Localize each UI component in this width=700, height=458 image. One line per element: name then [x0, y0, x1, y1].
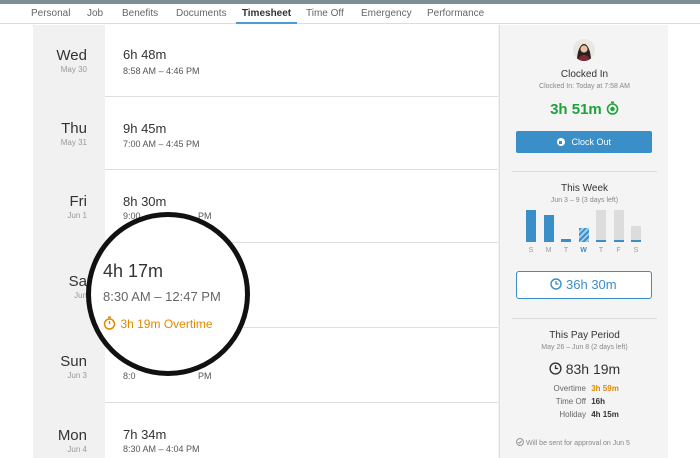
- profile-tabs: Personal Job Benefits Documents Timeshee…: [0, 4, 700, 24]
- divider: [512, 171, 657, 172]
- week-bar-s-6: [631, 226, 641, 242]
- week-bar-f-5: [613, 210, 624, 242]
- stop-icon: [556, 138, 565, 146]
- day-date: May 31: [60, 138, 87, 147]
- day-name: Mon: [57, 427, 87, 444]
- approval-note: Will be sent for approval on Jun 5: [525, 440, 630, 447]
- tab-benefits[interactable]: Benefits: [122, 4, 158, 24]
- magnified-hours: 4h 17m: [103, 261, 164, 281]
- avatar: [573, 39, 595, 61]
- day-range: 8:0: [123, 371, 136, 381]
- day-name: Thu: [61, 120, 87, 137]
- week-bar-chart: SMTWTFS: [526, 210, 646, 254]
- day-hours: 6h 48m: [123, 47, 167, 62]
- week-title: This Week: [560, 183, 609, 194]
- stat-value: 16h: [591, 397, 606, 406]
- period-sub: May 26 – Jun 8 (2 days left): [541, 344, 628, 351]
- week-bar-t-4: [596, 210, 606, 242]
- day-card-wed[interactable]: 6h 48m 8:58 AM – 4:46 PM: [105, 25, 498, 97]
- day-label-thu: Thu May 31: [32, 120, 87, 148]
- stat-label: Holiday: [559, 410, 586, 419]
- week-bar-label: S: [528, 247, 534, 254]
- week-bar-label: M: [545, 247, 552, 254]
- clock-icon: [550, 278, 563, 290]
- elapsed-row: 3h 51m: [500, 101, 669, 118]
- day-date: Jun 1: [67, 211, 87, 220]
- tab-performance[interactable]: Performance: [427, 4, 484, 24]
- week-bar-s-0: [526, 210, 536, 242]
- stat-value: 3h 59m: [591, 384, 619, 393]
- magnifier-overlay: 4h 17m 8:30 AM – 12:47 PM 3h 19m Overtim…: [86, 212, 250, 376]
- clock-icon: [549, 362, 562, 375]
- day-hours: 7h 34m: [123, 427, 167, 442]
- tab-personal[interactable]: Personal: [31, 4, 70, 24]
- tab-timesheet[interactable]: Timesheet: [236, 4, 297, 24]
- day-label-wed: Wed May 30: [32, 47, 87, 75]
- period-stats: Overtime 3h 59m Time Off 16h Holiday 4h …: [500, 384, 669, 423]
- magnified-range: 8:30 AM – 12:47 PM: [103, 289, 221, 304]
- stat-value: 4h 15m: [591, 410, 619, 419]
- check-circle-icon: [516, 438, 524, 446]
- period-total: 83h 19m: [565, 361, 621, 377]
- week-bar-label: F: [616, 247, 621, 254]
- user-avatar-icon: [573, 39, 595, 61]
- day-hours: 8h 30m: [123, 194, 167, 209]
- clock-out-button[interactable]: Clock Out: [516, 131, 652, 153]
- overtime-text: 3h 19m Overtime: [120, 317, 213, 331]
- divider: [512, 318, 657, 319]
- day-range: 8:58 AM – 4:46 PM: [123, 66, 200, 76]
- day-label-fri: Fri Jun 1: [32, 193, 87, 221]
- day-date: May 30: [60, 65, 87, 74]
- elapsed-time: 3h 51m: [550, 101, 602, 118]
- timesheet-sidebar: Clocked In Clocked In: Today at 7:58 AM …: [499, 25, 668, 458]
- day-label-sat: Sa Jun: [32, 273, 87, 301]
- clock-status-title: Clocked In: [560, 69, 609, 80]
- tab-documents[interactable]: Documents: [176, 4, 227, 24]
- period-title: This Pay Period: [549, 330, 620, 341]
- week-bar-t-2: [561, 239, 571, 242]
- stopwatch-icon: [606, 101, 619, 115]
- stat-label: Overtime: [553, 384, 586, 393]
- day-name: Fri: [69, 193, 88, 210]
- day-label-sun: Sun Jun 3: [32, 353, 87, 381]
- stat-label: Time Off: [555, 397, 586, 406]
- period-total-row: 83h 19m: [500, 361, 669, 377]
- day-name: Wed: [56, 47, 87, 64]
- week-bar-label: W: [580, 247, 587, 254]
- approval-note-row: Will be sent for approval on Jun 5: [516, 438, 666, 447]
- week-bar-w-3: [578, 228, 589, 242]
- week-bar-label: T: [598, 247, 604, 254]
- day-range-tail: PM: [198, 371, 212, 381]
- day-hours: 9h 45m: [123, 121, 167, 136]
- clock-out-label: Clock Out: [571, 137, 612, 147]
- stat-row-holiday: Holiday 4h 15m: [500, 410, 669, 423]
- tab-emergency[interactable]: Emergency: [361, 4, 412, 24]
- week-total-row: 36h 30m: [517, 277, 650, 292]
- week-total: 36h 30m: [566, 277, 617, 292]
- day-label-mon: Mon Jun 4: [32, 427, 87, 455]
- day-date: Jun 4: [67, 445, 87, 454]
- clock-status-sub: Clocked In: Today at 7:58 AM: [539, 83, 630, 90]
- day-name: Sun: [60, 353, 87, 370]
- day-date: Jun: [74, 291, 87, 300]
- tab-time-off[interactable]: Time Off: [306, 4, 344, 24]
- day-range: 7:00 AM – 4:45 PM: [123, 139, 200, 149]
- day-card-mon[interactable]: 7h 34m 8:30 AM – 4:04 PM: [105, 403, 498, 458]
- week-total-box: 36h 30m: [516, 271, 652, 299]
- stopwatch-icon: [103, 316, 116, 330]
- overtime-row: 3h 19m Overtime: [103, 315, 213, 333]
- day-name: Sa: [68, 273, 87, 290]
- week-bar-label: S: [633, 247, 639, 254]
- stat-row-overtime: Overtime 3h 59m: [500, 384, 669, 397]
- week-bar-m-1: [543, 215, 554, 242]
- stat-row-time-off: Time Off 16h: [500, 397, 669, 410]
- tab-job[interactable]: Job: [87, 4, 103, 24]
- day-range: 8:30 AM – 4:04 PM: [123, 444, 200, 454]
- week-sub: Jun 3 – 9 (3 days left): [550, 197, 619, 204]
- day-date: Jun 3: [67, 371, 87, 380]
- week-bar-label: T: [563, 247, 569, 254]
- day-card-thu[interactable]: 9h 45m 7:00 AM – 4:45 PM: [105, 97, 498, 170]
